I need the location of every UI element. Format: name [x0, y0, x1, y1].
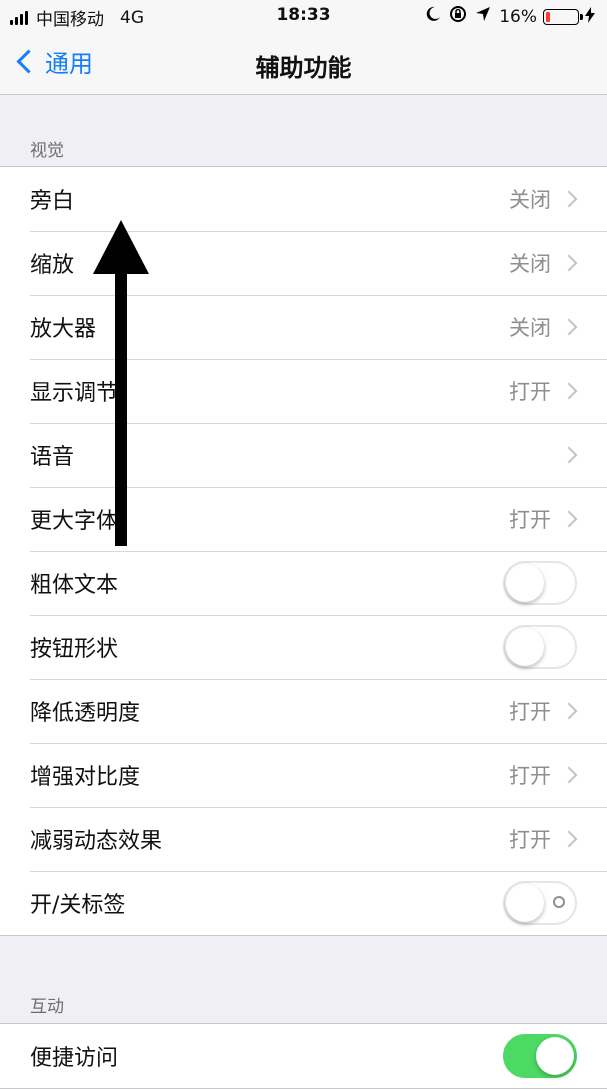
- vision-setting-row[interactable]: 粗体文本: [0, 551, 607, 615]
- toggle-switch[interactable]: [503, 625, 577, 669]
- row-label: 按钮形状: [30, 637, 119, 662]
- row-label: 放大器: [30, 317, 97, 342]
- row-value: 关闭: [509, 252, 551, 276]
- vision-setting-row[interactable]: 按钮形状: [0, 615, 607, 679]
- vision-setting-row[interactable]: 显示调节 打开: [0, 359, 607, 423]
- row-label: 增强对比度: [30, 765, 141, 790]
- chevron-right-icon: [560, 766, 578, 784]
- vision-setting-row[interactable]: 增强对比度 打开: [0, 743, 607, 807]
- row-value: 打开: [509, 764, 551, 788]
- vision-setting-row[interactable]: 开/关标签: [0, 871, 607, 935]
- row-label: 语音: [30, 445, 75, 470]
- navigation-bar: 通用 辅助功能: [0, 32, 607, 95]
- row-value: 打开: [509, 700, 551, 724]
- toggle-switch[interactable]: [503, 881, 577, 925]
- row-label: 开/关标签: [30, 893, 126, 918]
- orientation-lock-icon: [449, 5, 467, 28]
- status-bar-right: 16%: [417, 5, 595, 28]
- row-label: 旁白: [30, 189, 75, 214]
- toggle-knob: [506, 884, 544, 922]
- row-value: 打开: [509, 828, 551, 852]
- vision-setting-row[interactable]: 缩放 关闭: [0, 231, 607, 295]
- toggle-switch[interactable]: [503, 1034, 577, 1078]
- page-title: 辅助功能: [255, 54, 352, 82]
- row-label: 降低透明度: [30, 701, 141, 726]
- chevron-right-icon: [560, 702, 578, 720]
- row-label: 粗体文本: [30, 573, 119, 598]
- vision-setting-row[interactable]: 语音: [0, 423, 607, 487]
- row-value: 打开: [509, 508, 551, 532]
- interaction-setting-row[interactable]: 便捷访问: [0, 1024, 607, 1088]
- section-header-interaction: 互动: [30, 997, 64, 1017]
- toggle-knob: [506, 564, 544, 602]
- row-label: 更大字体: [30, 509, 119, 534]
- vision-setting-row[interactable]: 旁白 关闭: [0, 167, 607, 231]
- chevron-right-icon: [560, 190, 578, 208]
- toggle-switch[interactable]: [503, 561, 577, 605]
- vision-settings-group: 旁白 关闭 缩放 关闭 放大器 关闭 显示调节 打开 语音 更大字体 打开 粗体文本 按钮形状 降低透明度…: [0, 166, 607, 936]
- section-header-vision: 视觉: [30, 141, 64, 161]
- row-value: 打开: [509, 380, 551, 404]
- battery-percent: 16%: [499, 6, 537, 27]
- row-label: 显示调节: [30, 381, 119, 406]
- vision-setting-row[interactable]: 减弱动态效果 打开: [0, 807, 607, 871]
- row-label: 便捷访问: [30, 1046, 119, 1071]
- toggle-knob: [536, 1037, 574, 1075]
- row-label: 缩放: [30, 253, 75, 278]
- row-value: 关闭: [509, 316, 551, 340]
- charging-bolt-icon: [585, 6, 595, 27]
- vision-setting-row[interactable]: 更大字体 打开: [0, 487, 607, 551]
- chevron-right-icon: [560, 318, 578, 336]
- battery-icon: [543, 8, 583, 25]
- vision-setting-row[interactable]: 放大器 关闭: [0, 295, 607, 359]
- toggle-knob: [506, 628, 544, 666]
- chevron-right-icon: [560, 446, 578, 464]
- interaction-settings-group: 便捷访问: [0, 1023, 607, 1089]
- do-not-disturb-moon-icon: [425, 6, 441, 27]
- chevron-right-icon: [560, 510, 578, 528]
- chevron-right-icon: [560, 254, 578, 272]
- chevron-right-icon: [560, 830, 578, 848]
- location-arrow-icon: [475, 6, 491, 27]
- toggle-off-label-icon: [553, 896, 565, 908]
- vision-setting-row[interactable]: 降低透明度 打开: [0, 679, 607, 743]
- status-bar: 中国移动 4G 18:33 16%: [0, 0, 607, 32]
- row-label: 减弱动态效果: [30, 829, 163, 854]
- chevron-right-icon: [560, 382, 578, 400]
- row-value: 关闭: [509, 188, 551, 212]
